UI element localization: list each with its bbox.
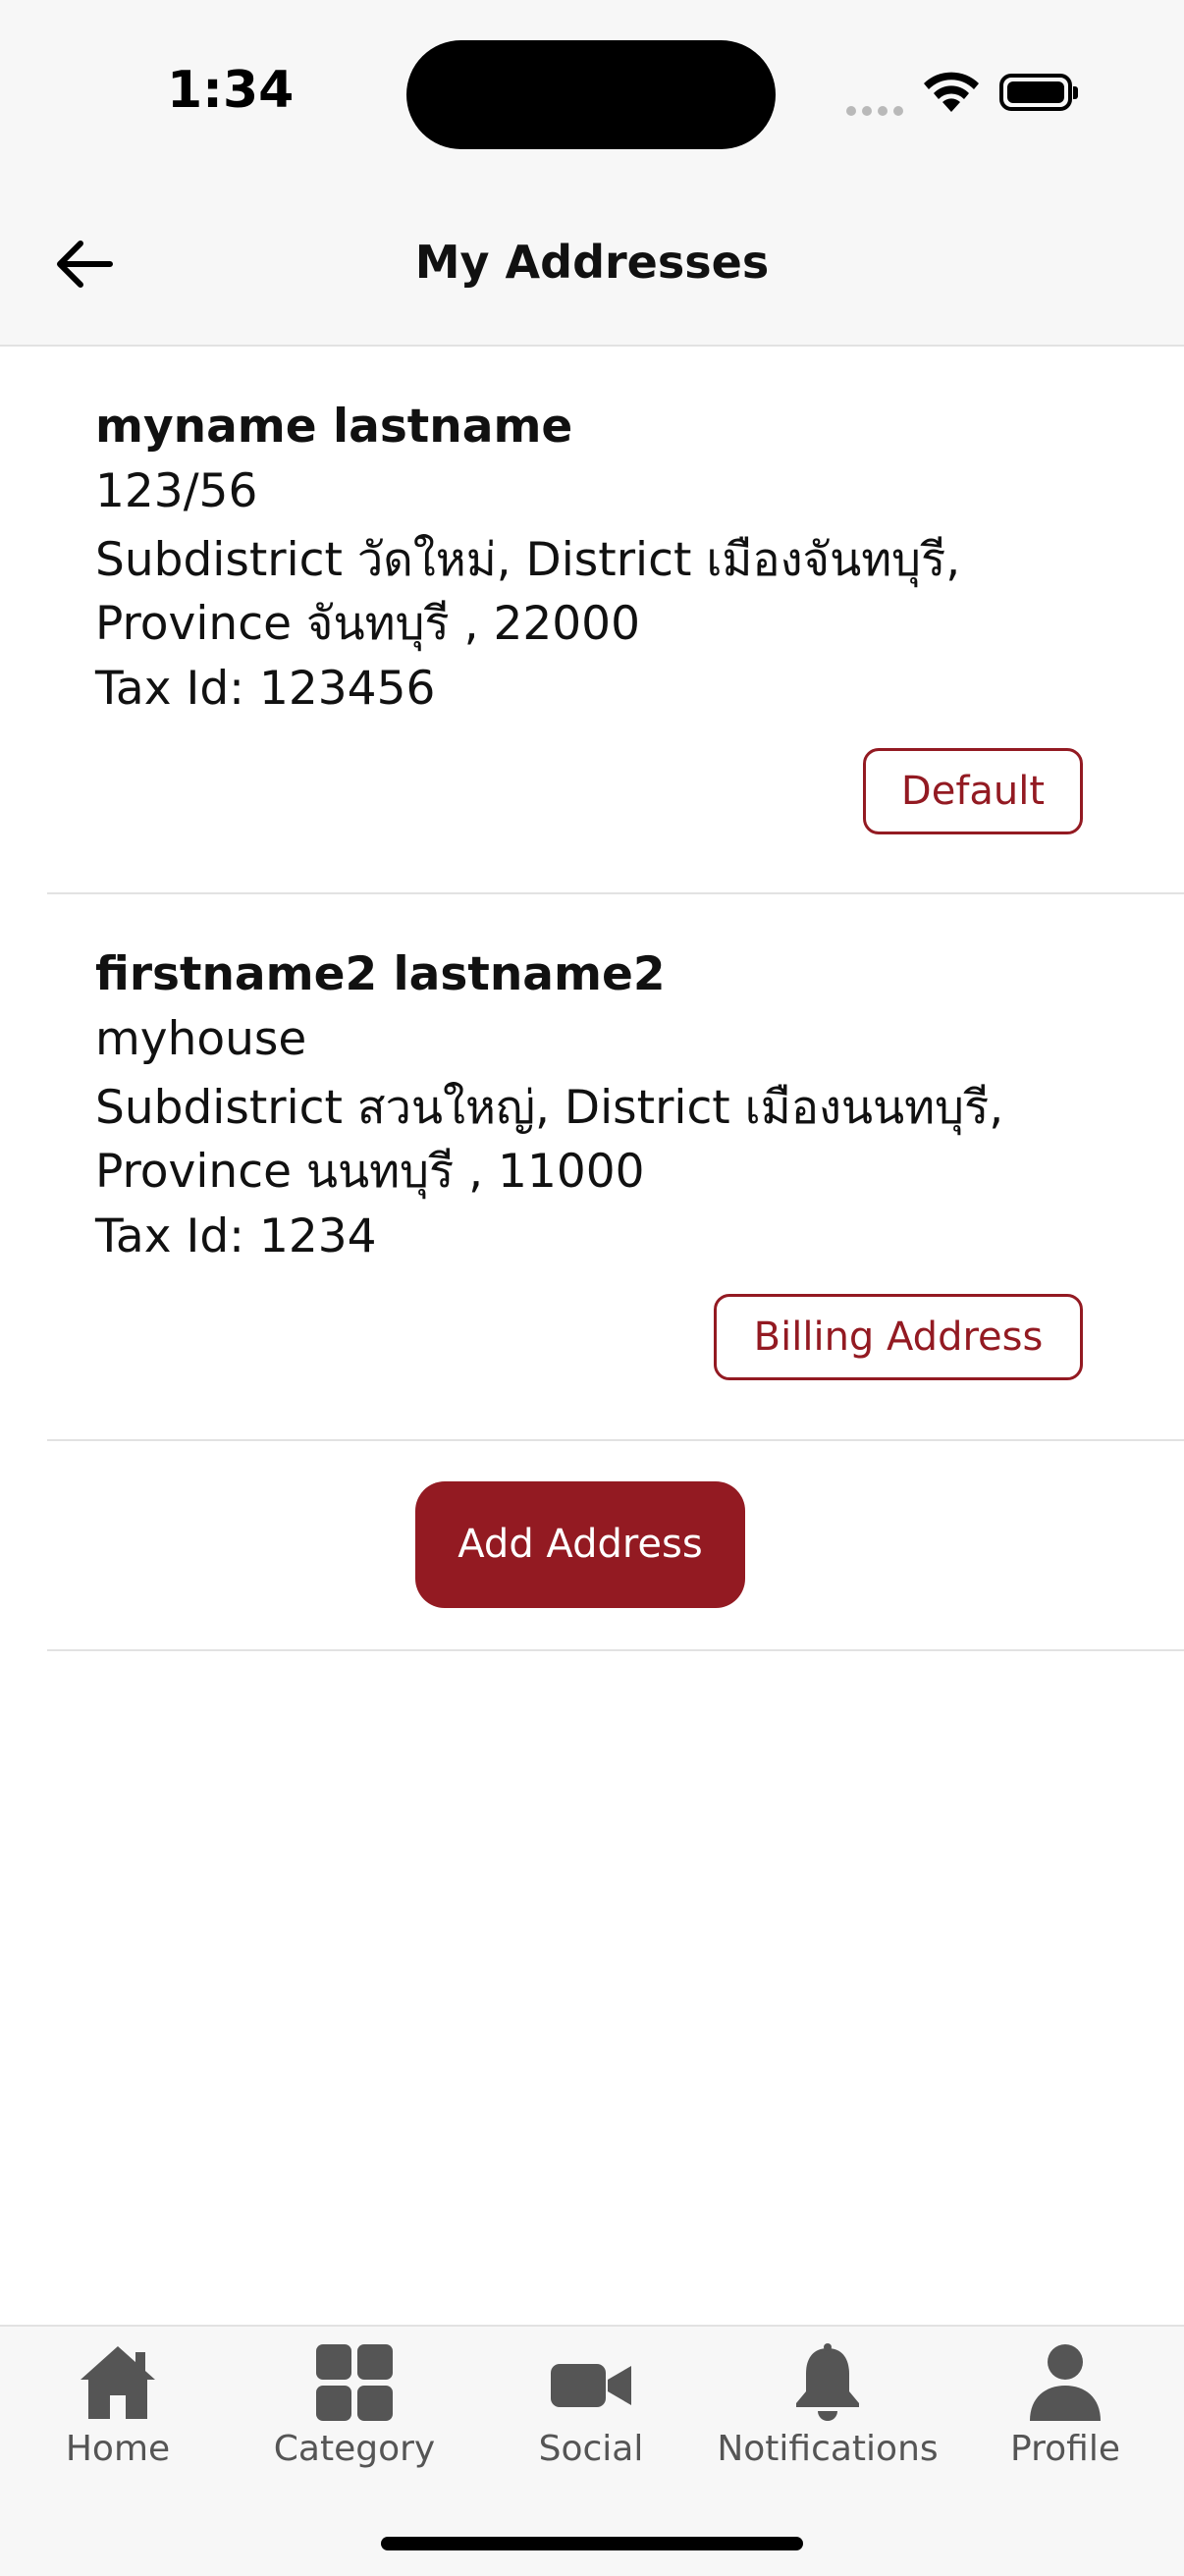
person-icon: [1030, 2344, 1101, 2421]
dynamic-island: [406, 40, 776, 149]
address-province: Province นนทบุรี , 11000: [95, 1145, 645, 1200]
bell-icon: [796, 2343, 859, 2421]
video-icon: [551, 2364, 631, 2407]
grid-icon: [316, 2344, 393, 2421]
add-address-button[interactable]: Add Address: [415, 1481, 745, 1608]
page-title: My Addresses: [414, 236, 770, 289]
header: My Addresses: [0, 187, 1184, 347]
tab-label: Category: [273, 2429, 436, 2469]
status-time: 1:34: [167, 61, 295, 120]
billing-address-badge[interactable]: Billing Address: [714, 1294, 1083, 1380]
battery-icon: [999, 74, 1078, 111]
add-address-row: Add Address: [47, 1441, 1184, 1651]
tab-label: Notifications: [717, 2429, 939, 2469]
address-name: firstname2 lastname2: [95, 947, 666, 1001]
cellular-signal-icon: [846, 101, 909, 120]
address-card[interactable]: myname lastname 123/56 Subdistrict วัดให…: [47, 347, 1184, 894]
tab-label: Home: [65, 2429, 171, 2469]
tab-category[interactable]: Category: [237, 2327, 472, 2484]
tab-social[interactable]: Social: [473, 2327, 709, 2484]
address-tax-id: Tax Id: 123456: [95, 662, 436, 717]
home-icon: [81, 2346, 155, 2419]
wifi-icon: [924, 72, 979, 112]
address-area: Subdistrict สวนใหญ่, District เมืองนนทบุ…: [95, 1081, 1004, 1136]
status-bar: 1:34: [0, 0, 1184, 187]
address-tax-id: Tax Id: 1234: [95, 1209, 377, 1264]
address-area: Subdistrict วัดใหม่, District เมืองจันทบ…: [95, 533, 961, 588]
tab-profile[interactable]: Profile: [946, 2327, 1184, 2484]
tab-label: Social: [538, 2429, 644, 2469]
home-indicator: [381, 2537, 803, 2550]
address-card[interactable]: firstname2 lastname2 myhouse Subdistrict…: [47, 894, 1184, 1441]
address-line: myhouse: [95, 1012, 307, 1067]
address-name: myname lastname: [95, 400, 573, 454]
address-province: Province จันทบุรี , 22000: [95, 597, 640, 652]
address-line: 123/56: [95, 464, 258, 519]
default-badge[interactable]: Default: [863, 748, 1083, 834]
tab-label: Profile: [1010, 2429, 1120, 2469]
tab-notifications[interactable]: Notifications: [710, 2327, 945, 2484]
tab-home[interactable]: Home: [0, 2327, 236, 2484]
